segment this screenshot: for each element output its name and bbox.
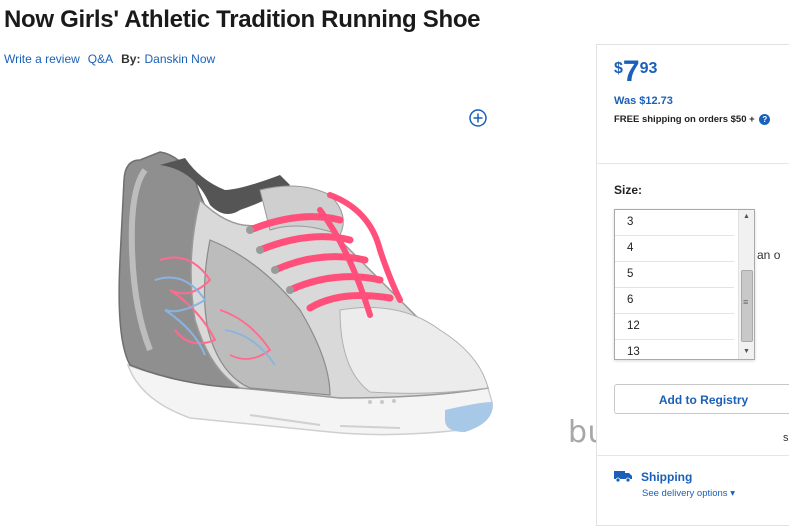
qa-link[interactable]: Q&A (88, 52, 113, 66)
add-to-registry-button[interactable]: Add to Registry (614, 384, 789, 414)
truck-icon (614, 471, 632, 482)
delivery-options-link[interactable]: See delivery options ▾ (642, 488, 735, 499)
free-shipping-text: FREE shipping on orders $50 + (614, 114, 755, 126)
product-image (118, 151, 493, 436)
by-label: By: (121, 52, 141, 66)
size-option[interactable]: 6 (615, 288, 734, 314)
was-price: Was $12.73 (614, 95, 673, 107)
scroll-down-arrow-icon[interactable]: ▼ (739, 345, 754, 359)
price-currency: $ (614, 60, 623, 77)
scroll-up-arrow-icon[interactable]: ▲ (739, 210, 754, 224)
size-option[interactable]: 4 (615, 236, 734, 262)
buy-box: $793 Was $12.73 FREE shipping on orders … (596, 44, 789, 526)
scroll-thumb[interactable] (741, 270, 753, 342)
size-option[interactable]: 3 (615, 210, 734, 236)
price-cents: 93 (639, 60, 658, 77)
size-option[interactable]: 13 (615, 340, 734, 359)
price-dollars: 7 (622, 55, 640, 88)
price-divider (597, 163, 789, 164)
shipping-divider (597, 455, 789, 456)
size-option[interactable]: 12 (615, 314, 734, 340)
size-label: Size: (614, 183, 643, 197)
size-dropdown-list[interactable]: 3 4 5 6 12 13 ▲ ▼ (614, 209, 755, 360)
size-option[interactable]: 5 (615, 262, 734, 288)
size-list-scrollbar[interactable]: ▲ ▼ (738, 210, 754, 359)
free-shipping-note: FREE shipping on orders $50 + ? (614, 114, 771, 126)
write-review-link[interactable]: Write a review (4, 52, 80, 66)
truncated-text: s (783, 432, 789, 444)
help-icon[interactable]: ? (759, 114, 771, 125)
brand-link[interactable]: Danskin Now (144, 52, 215, 66)
zoom-in-icon[interactable] (468, 108, 488, 128)
product-title: Now Girls' Athletic Tradition Running Sh… (4, 6, 481, 33)
shipping-title: Shipping (641, 470, 693, 484)
current-price: $793 (614, 57, 657, 87)
product-meta: Write a review Q&A By: Danskin Now (4, 52, 215, 66)
